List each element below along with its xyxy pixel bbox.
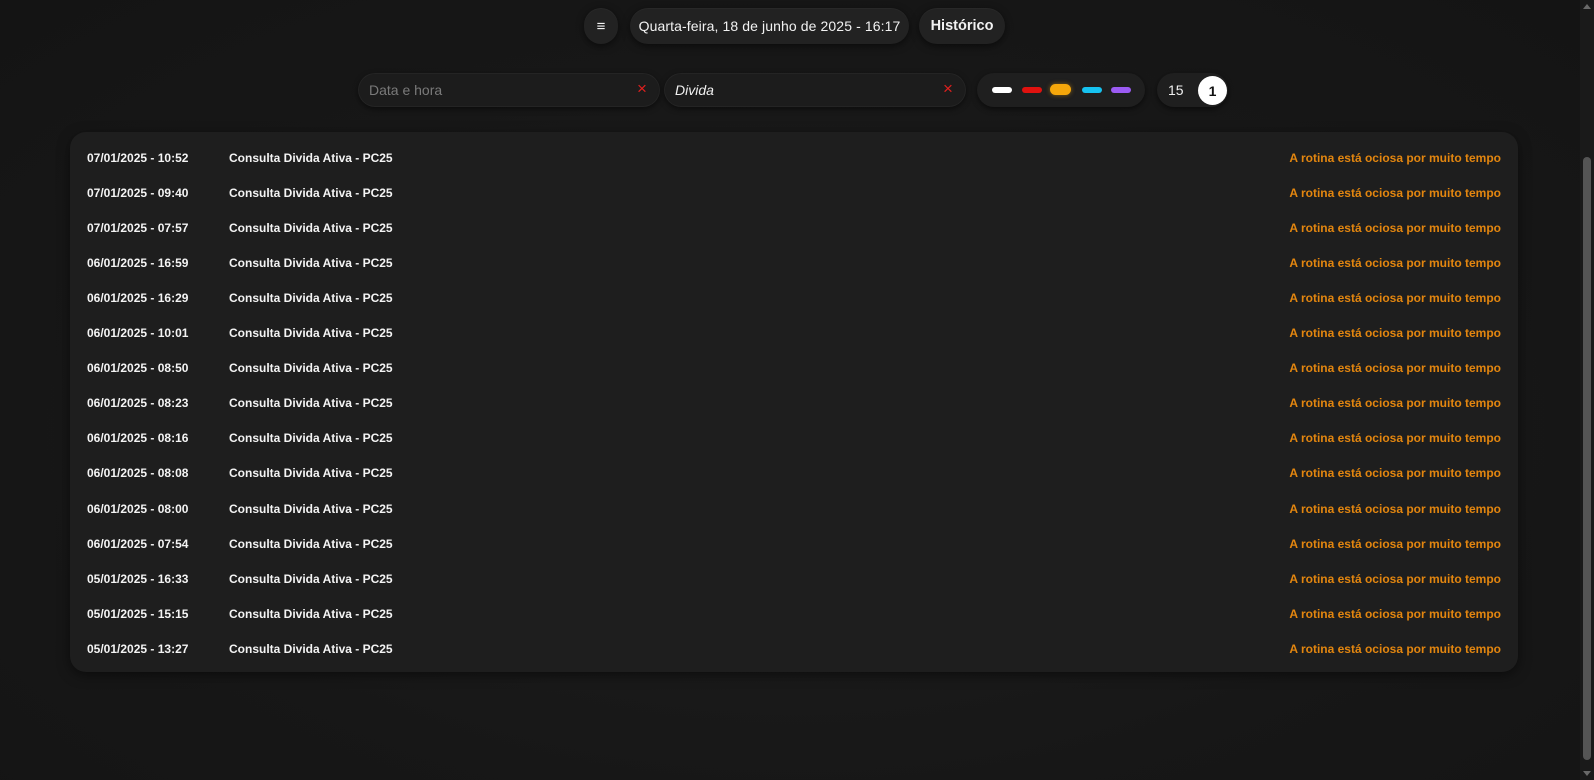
row-name: Consulta Divida Ativa - PC25: [229, 641, 393, 656]
row-status: A rotina está ociosa por muito tempo: [1289, 361, 1501, 376]
current-page[interactable]: 1: [1198, 76, 1227, 105]
row-name: Consulta Divida Ativa - PC25: [229, 536, 393, 551]
list-item[interactable]: 06/01/2025 - 08:08 Consulta Divida Ativa …: [70, 456, 1518, 491]
list-item[interactable]: 06/01/2025 - 07:54 Consulta Divida Ativa …: [70, 526, 1518, 561]
row-datetime: 06/01/2025 - 08:08: [87, 466, 189, 481]
row-status: A rotina está ociosa por muito tempo: [1289, 431, 1501, 446]
row-status: A rotina está ociosa por muito tempo: [1289, 290, 1501, 305]
row-name: Consulta Divida Ativa - PC25: [229, 571, 393, 586]
row-datetime: 06/01/2025 - 10:01: [87, 326, 189, 340]
clear-date-icon[interactable]: ×: [634, 80, 650, 97]
color-filter-amber[interactable]: [1050, 84, 1071, 95]
color-filter-white[interactable]: [992, 87, 1012, 93]
list-item[interactable]: 06/01/2025 - 08:00 Consulta Divida Ativa …: [70, 491, 1518, 526]
list-item[interactable]: 07/01/2025 - 07:57 Consulta Divida Ativa …: [70, 210, 1518, 245]
row-status: A rotina está ociosa por muito tempo: [1289, 396, 1501, 411]
list-item[interactable]: 06/01/2025 - 08:23 Consulta Divida Ativa …: [70, 386, 1518, 421]
row-status: A rotina está ociosa por muito tempo: [1289, 571, 1501, 586]
list-item[interactable]: 06/01/2025 - 10:01 Consulta Divida Ativa …: [70, 316, 1518, 351]
row-status: A rotina está ociosa por muito tempo: [1289, 501, 1501, 516]
row-datetime: 06/01/2025 - 08:23: [87, 396, 189, 411]
row-status: A rotina está ociosa por muito tempo: [1289, 641, 1501, 656]
list-item[interactable]: 06/01/2025 - 08:50 Consulta Divida Ativa …: [70, 351, 1518, 386]
scroll-down-icon[interactable]: [1583, 771, 1591, 776]
list-item[interactable]: 06/01/2025 - 16:29 Consulta Divida Ativa …: [70, 280, 1518, 315]
date-filter-input[interactable]: [358, 75, 618, 105]
row-name: Consulta Divida Ativa - PC25: [229, 220, 393, 235]
row-datetime: 06/01/2025 - 08:16: [87, 431, 189, 446]
row-datetime: 07/01/2025 - 07:57: [87, 220, 189, 235]
row-datetime: 05/01/2025 - 15:15: [87, 606, 189, 621]
menu-icon: ≡: [596, 17, 606, 35]
row-name: Consulta Divida Ativa - PC25: [229, 361, 393, 376]
row-datetime: 06/01/2025 - 16:59: [87, 255, 189, 270]
pagination: 15 1: [1157, 73, 1228, 107]
row-status: A rotina está ociosa por muito tempo: [1289, 150, 1501, 165]
clear-name-icon[interactable]: ×: [940, 80, 956, 97]
row-status: A rotina está ociosa por muito tempo: [1289, 255, 1501, 270]
row-datetime: 06/01/2025 - 16:29: [87, 290, 189, 305]
row-name: Consulta Divida Ativa - PC25: [229, 290, 393, 305]
name-filter: ×: [664, 73, 966, 107]
row-datetime: 07/01/2025 - 10:52: [87, 150, 189, 165]
color-filter-group: [977, 73, 1145, 107]
row-status: A rotina está ociosa por muito tempo: [1289, 466, 1501, 481]
row-status: A rotina está ociosa por muito tempo: [1289, 606, 1501, 621]
menu-button[interactable]: ≡: [584, 8, 618, 44]
row-status: A rotina está ociosa por muito tempo: [1289, 185, 1501, 200]
list-item[interactable]: 07/01/2025 - 10:52 Consulta Divida Ativa …: [70, 140, 1518, 175]
row-datetime: 06/01/2025 - 08:00: [87, 501, 189, 516]
scrollbar-thumb[interactable]: [1583, 157, 1591, 760]
color-filter-purple[interactable]: [1111, 87, 1131, 93]
page-size[interactable]: 15: [1168, 82, 1184, 98]
row-name: Consulta Divida Ativa - PC25: [229, 255, 393, 270]
row-name: Consulta Divida Ativa - PC25: [229, 185, 393, 200]
color-filter-cyan[interactable]: [1082, 87, 1102, 93]
row-name: Consulta Divida Ativa - PC25: [229, 466, 393, 481]
row-datetime: 07/01/2025 - 09:40: [87, 185, 189, 200]
top-bar: ≡ Quarta-feira, 18 de junho de 2025 - 16…: [0, 8, 1594, 44]
row-datetime: 05/01/2025 - 13:27: [87, 641, 189, 656]
row-datetime: 05/01/2025 - 16:33: [87, 571, 189, 586]
list-item[interactable]: 05/01/2025 - 13:27 Consulta Divida Ativa …: [70, 631, 1518, 666]
row-name: Consulta Divida Ativa - PC25: [229, 431, 393, 446]
row-datetime: 06/01/2025 - 07:54: [87, 536, 189, 551]
name-filter-input[interactable]: [664, 75, 924, 105]
color-filter-red[interactable]: [1022, 87, 1042, 93]
date-filter: ×: [358, 73, 660, 107]
current-datetime: Quarta-feira, 18 de junho de 2025 - 16:1…: [630, 8, 909, 44]
list-item[interactable]: 06/01/2025 - 08:16 Consulta Divida Ativa …: [70, 421, 1518, 456]
scrollbar[interactable]: [1580, 0, 1594, 780]
filter-bar: × × 15 1: [0, 73, 1594, 107]
list-item[interactable]: 06/01/2025 - 16:59 Consulta Divida Ativa …: [70, 245, 1518, 280]
row-name: Consulta Divida Ativa - PC25: [229, 606, 393, 621]
list-item[interactable]: 05/01/2025 - 16:33 Consulta Divida Ativa …: [70, 561, 1518, 596]
results-list: 07/01/2025 - 10:52 Consulta Divida Ativa …: [70, 132, 1518, 672]
list-item[interactable]: 07/01/2025 - 09:40 Consulta Divida Ativa …: [70, 175, 1518, 210]
row-name: Consulta Divida Ativa - PC25: [229, 150, 393, 165]
scroll-up-icon[interactable]: [1583, 4, 1591, 9]
row-name: Consulta Divida Ativa - PC25: [229, 501, 393, 516]
row-name: Consulta Divida Ativa - PC25: [229, 396, 393, 411]
row-status: A rotina está ociosa por muito tempo: [1289, 326, 1501, 340]
history-button[interactable]: Histórico: [919, 8, 1005, 44]
list-item[interactable]: 05/01/2025 - 15:15 Consulta Divida Ativa …: [70, 596, 1518, 631]
row-datetime: 06/01/2025 - 08:50: [87, 361, 189, 376]
row-status: A rotina está ociosa por muito tempo: [1289, 536, 1501, 551]
row-name: Consulta Divida Ativa - PC25: [229, 326, 393, 340]
row-status: A rotina está ociosa por muito tempo: [1289, 220, 1501, 235]
